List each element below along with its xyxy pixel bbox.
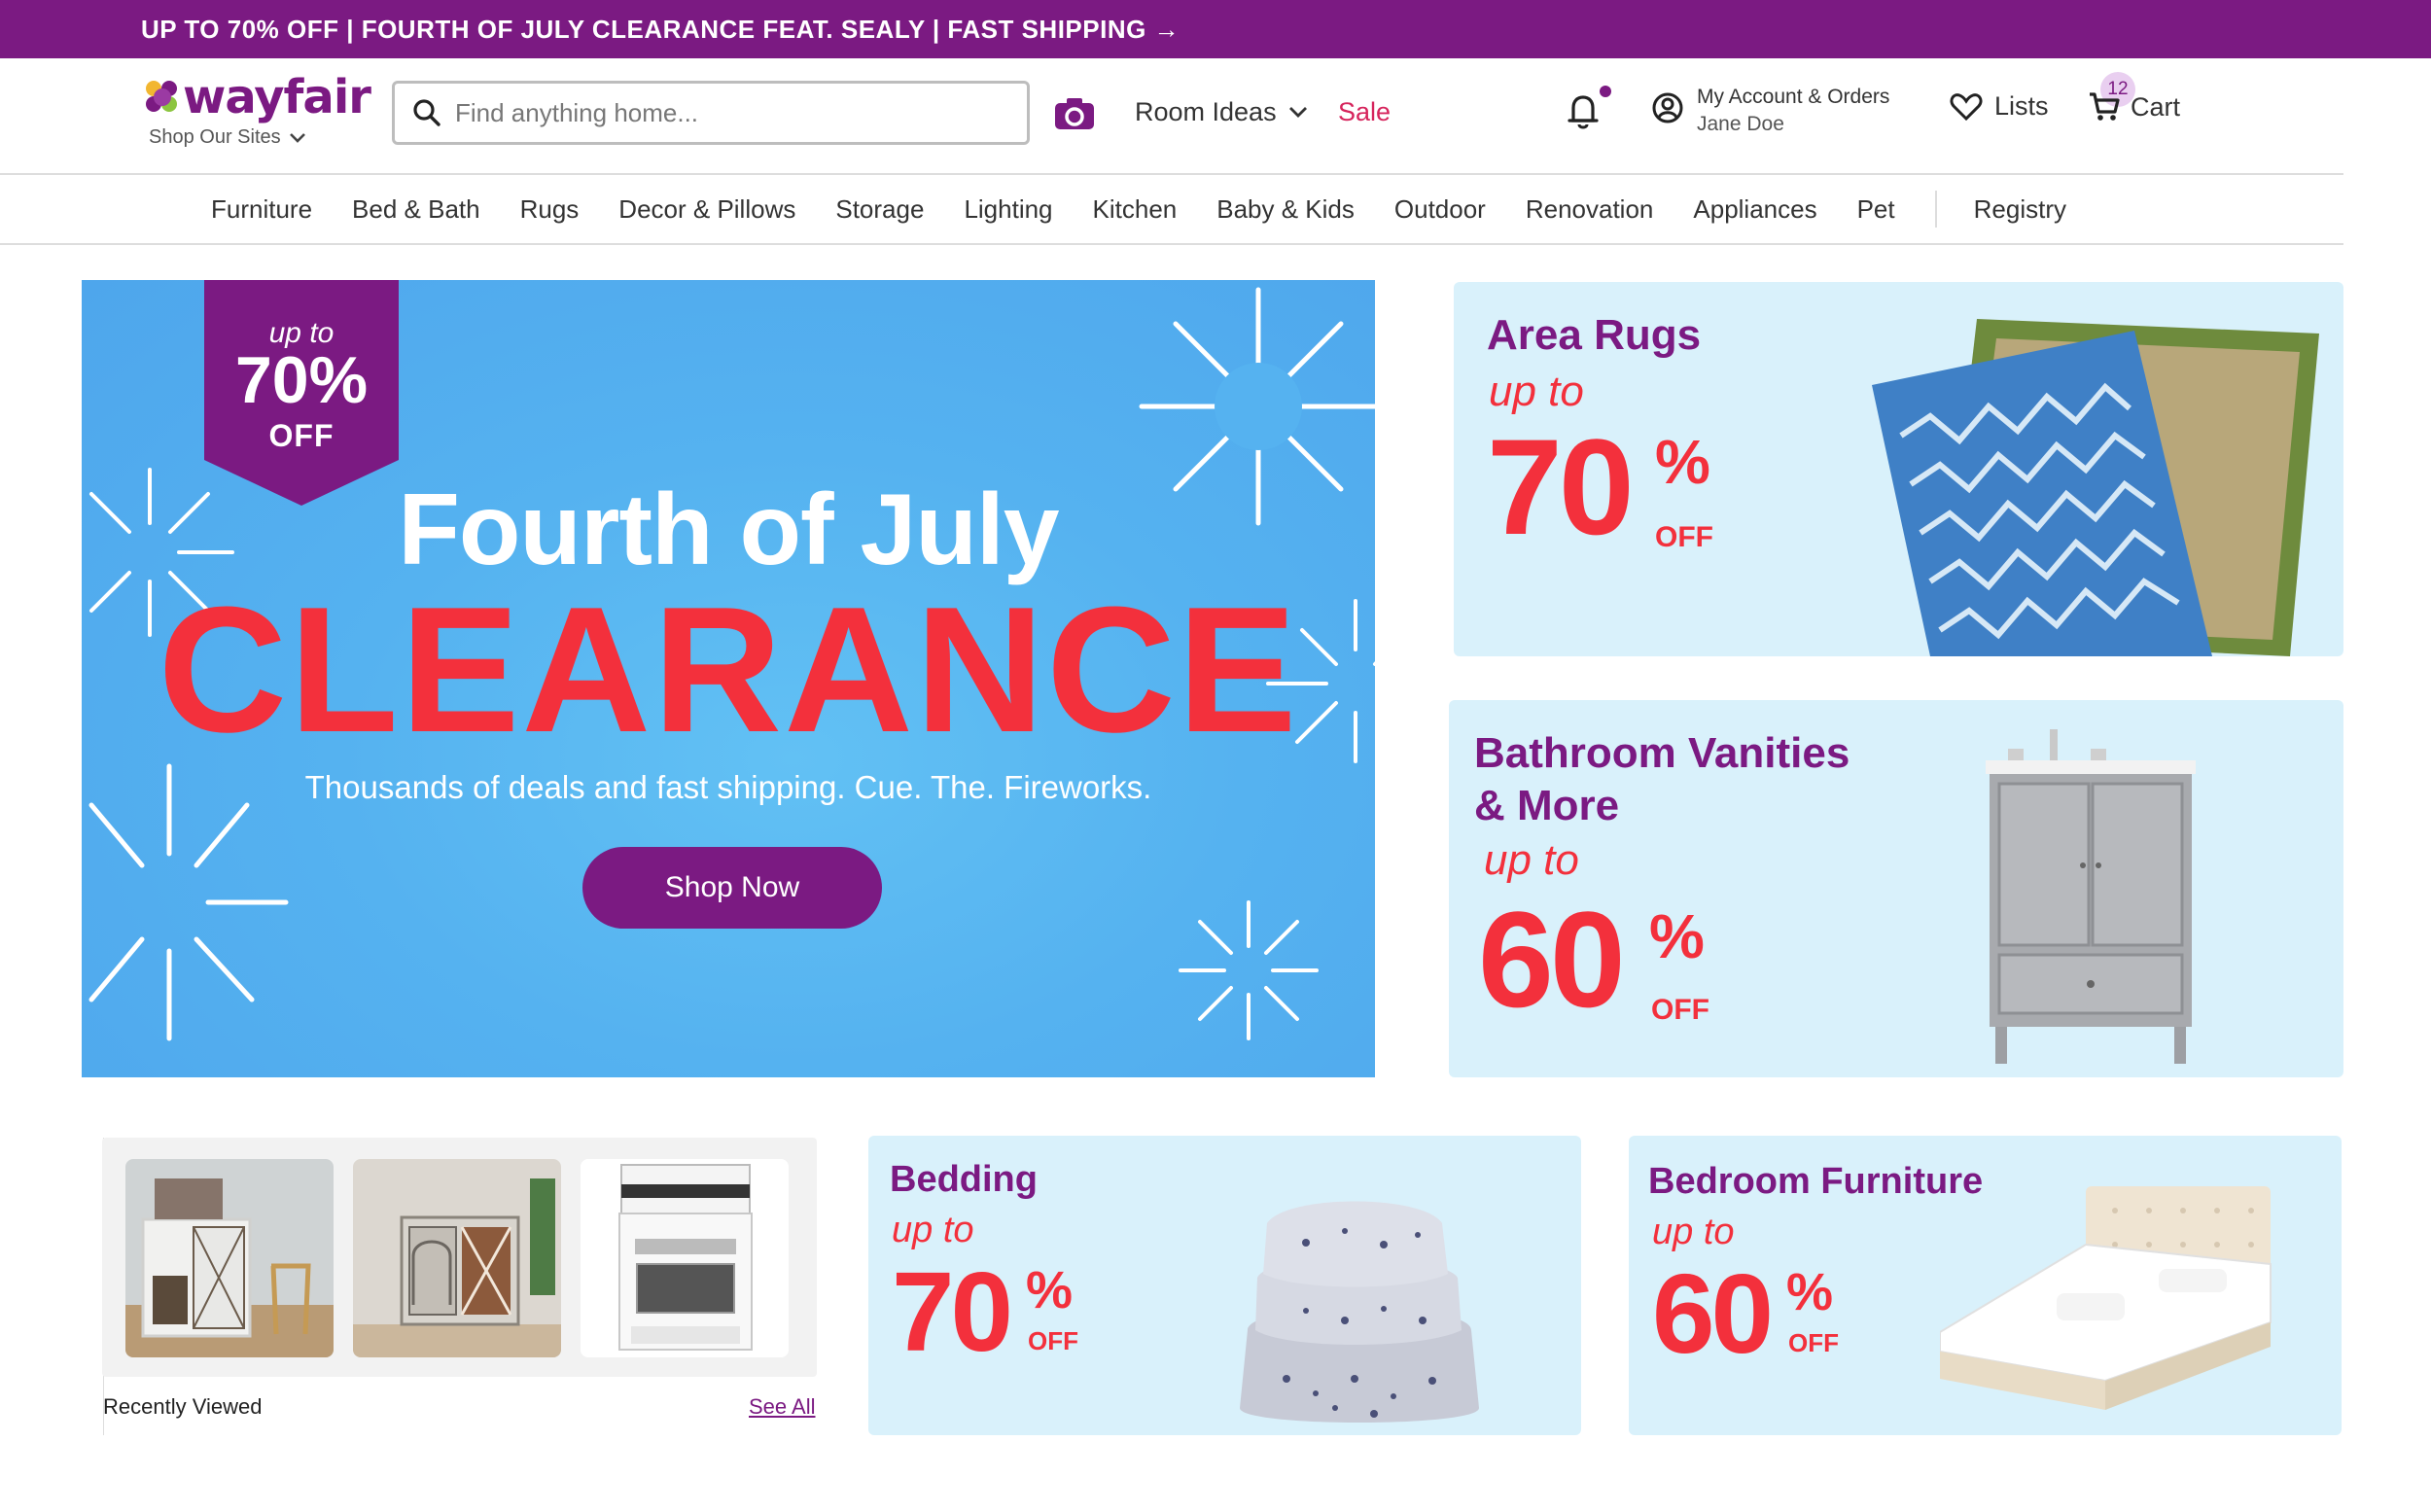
recently-viewed-panel — [102, 1138, 817, 1377]
nav-rugs[interactable]: Rugs — [520, 194, 580, 225]
tile-off: OFF — [1651, 994, 1709, 1026]
tile-title-line2: & More — [1474, 782, 1620, 829]
tile-off: OFF — [1788, 1328, 1839, 1357]
badge-percent: 70% — [234, 343, 369, 417]
recent-item-bar-cabinet[interactable] — [353, 1159, 561, 1357]
nav-outdoor[interactable]: Outdoor — [1394, 194, 1486, 225]
nav-baby-kids[interactable]: Baby & Kids — [1216, 194, 1355, 225]
nav-furniture[interactable]: Furniture — [211, 194, 312, 225]
tile-percent-number: 60 — [1478, 883, 1626, 1036]
tile-title-line1: Bathroom Vanities — [1474, 729, 1850, 777]
nav-appliances[interactable]: Appliances — [1693, 194, 1816, 225]
cart-icon — [2090, 92, 2120, 121]
tile-percent-sign: % — [1026, 1261, 1074, 1319]
nav-divider — [1934, 191, 1937, 228]
tile-title: Bedding — [890, 1159, 1038, 1200]
tile-title: Area Rugs — [1487, 311, 1702, 359]
room-ideas-menu[interactable]: Room Ideas — [1135, 97, 1308, 127]
account-user-name: Jane Doe — [1697, 113, 1784, 135]
account-title: My Account & Orders — [1697, 86, 1890, 108]
heart-icon — [1950, 92, 1983, 121]
nav-registry[interactable]: Registry — [1974, 194, 2066, 225]
lists-label: Lists — [1994, 91, 2049, 121]
nav-kitchen[interactable]: Kitchen — [1093, 194, 1178, 225]
recent-item-range[interactable] — [581, 1159, 789, 1357]
shop-our-sites-dropdown[interactable]: Shop Our Sites — [149, 126, 306, 149]
tile-up-to: up to — [1484, 836, 1579, 884]
bed-image — [1940, 1186, 2272, 1410]
account-menu[interactable]: My Account & Orders Jane Doe — [1697, 84, 1889, 138]
tile-off: OFF — [1028, 1326, 1078, 1355]
logo-mark-icon — [146, 81, 179, 114]
tile-percent-number: 70 — [892, 1248, 1013, 1375]
bathroom-vanities-promo[interactable]: Bathroom Vanities & More up to 60 % OFF — [1449, 700, 2343, 1077]
hero-headline: CLEARANCE — [158, 569, 1299, 769]
search-bar[interactable] — [392, 81, 1030, 145]
notifications-button[interactable] — [1566, 91, 1601, 135]
tile-title: Bedroom Furniture — [1648, 1161, 1984, 1202]
nav-lighting[interactable]: Lighting — [964, 194, 1052, 225]
tile-percent-number: 70 — [1487, 410, 1635, 563]
tile-percent-sign: % — [1655, 427, 1710, 497]
sale-link[interactable]: Sale — [1338, 97, 1391, 127]
area-rug-image — [1872, 319, 2319, 656]
search-input[interactable] — [455, 97, 1000, 128]
nav-decor-pillows[interactable]: Decor & Pillows — [618, 194, 795, 225]
shop-now-button[interactable]: Shop Now — [582, 847, 882, 929]
badge-off: OFF — [268, 418, 335, 453]
see-all-link[interactable]: See All — [749, 1394, 816, 1420]
bell-icon — [1568, 95, 1599, 129]
cart-label: Cart — [2131, 91, 2181, 122]
bedroom-furniture-promo[interactable]: Bedroom Furniture up to 60 % OFF — [1629, 1136, 2342, 1435]
logo-wordmark: wayfair — [183, 70, 371, 124]
chevron-down-icon — [1288, 107, 1307, 118]
wayfair-logo[interactable]: wayfair — [146, 70, 371, 124]
tile-percent-sign: % — [1649, 901, 1705, 971]
recent-item-cabinet[interactable] — [125, 1159, 334, 1357]
tile-percent-sign: % — [1786, 1263, 1834, 1321]
account-icon[interactable] — [1651, 91, 1684, 129]
fireworks-decoration — [1179, 900, 1319, 1040]
lists-link[interactable]: Lists — [1950, 91, 2049, 122]
chevron-down-icon — [289, 132, 305, 143]
nav-storage[interactable]: Storage — [835, 194, 924, 225]
category-nav: Furniture Bed & Bath Rugs Decor & Pillow… — [0, 173, 2343, 245]
hero-subtitle: Thousands of deals and fast shipping. Cu… — [304, 769, 1152, 805]
tile-percent-number: 60 — [1652, 1250, 1774, 1377]
nav-pet[interactable]: Pet — [1857, 194, 1895, 225]
nav-renovation[interactable]: Renovation — [1526, 194, 1654, 225]
shop-our-sites-label: Shop Our Sites — [149, 126, 281, 148]
notification-dot — [1600, 86, 1611, 97]
camera-icon — [1055, 98, 1094, 129]
search-icon — [413, 99, 440, 126]
tile-off: OFF — [1655, 521, 1713, 553]
bedding-image — [1240, 1201, 1479, 1423]
hero-banner[interactable]: up to 70% OFF Fourth of July CLEARANCE T… — [82, 280, 1375, 1077]
cart-link[interactable]: Cart — [2088, 91, 2180, 123]
recently-viewed-title: Recently Viewed — [103, 1394, 263, 1419]
bedding-promo[interactable]: Bedding up to 70 % OFF — [868, 1136, 1581, 1435]
promo-banner-text: UP TO 70% OFF | FOURTH OF JULY CLEARANCE… — [141, 14, 1180, 44]
area-rugs-promo[interactable]: Area Rugs up to 70 % OFF — [1454, 282, 2343, 656]
tile-up-to: up to — [892, 1210, 974, 1250]
visual-search-button[interactable] — [1054, 97, 1095, 135]
promo-banner-link[interactable]: UP TO 70% OFF | FOURTH OF JULY CLEARANCE… — [0, 0, 2431, 58]
tile-up-to: up to — [1652, 1212, 1735, 1252]
site-header: wayfair Shop Our Sites Room Ideas Sale M… — [0, 58, 2431, 173]
room-ideas-label: Room Ideas — [1135, 97, 1277, 126]
vanity-image — [1986, 729, 2196, 1064]
nav-bed-bath[interactable]: Bed & Bath — [352, 194, 480, 225]
